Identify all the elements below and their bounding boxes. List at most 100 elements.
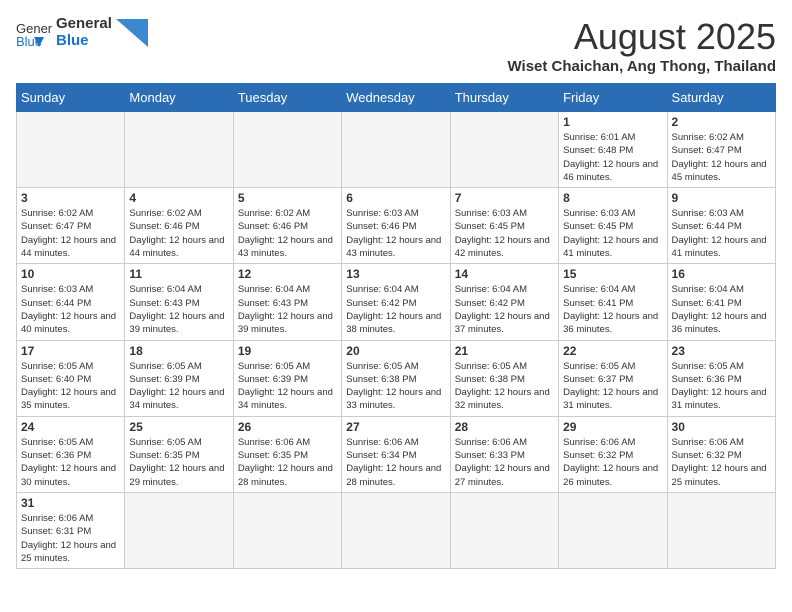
day-info: Sunrise: 6:05 AM Sunset: 6:38 PM Dayligh… xyxy=(455,360,554,413)
calendar-title: August 2025 xyxy=(508,16,776,58)
day-info: Sunrise: 6:04 AM Sunset: 6:42 PM Dayligh… xyxy=(346,283,445,336)
day-number: 28 xyxy=(455,420,554,434)
calendar-table: SundayMondayTuesdayWednesdayThursdayFrid… xyxy=(16,83,776,569)
calendar-cell: 5Sunrise: 6:02 AM Sunset: 6:46 PM Daylig… xyxy=(233,188,341,264)
day-number: 15 xyxy=(563,267,662,281)
day-info: Sunrise: 6:06 AM Sunset: 6:33 PM Dayligh… xyxy=(455,436,554,489)
day-info: Sunrise: 6:03 AM Sunset: 6:45 PM Dayligh… xyxy=(455,207,554,260)
calendar-cell: 27 Sunrise: 6:06 AM Sunset: 6:34 PM Dayli… xyxy=(342,416,450,492)
calendar-cell: 18Sunrise: 6:05 AM Sunset: 6:39 PM Dayli… xyxy=(125,340,233,416)
day-info: Sunrise: 6:02 AM Sunset: 6:46 PM Dayligh… xyxy=(238,207,337,260)
calendar-cell xyxy=(667,492,775,568)
day-number: 14 xyxy=(455,267,554,281)
calendar-cell: 25Sunrise: 6:05 AM Sunset: 6:35 PM Dayli… xyxy=(125,416,233,492)
day-number: 7 xyxy=(455,191,554,205)
calendar-cell xyxy=(559,492,667,568)
calendar-cell: 16 Sunrise: 6:04 AM Sunset: 6:41 PM Dayli… xyxy=(667,264,775,340)
day-number: 8 xyxy=(563,191,662,205)
day-info: Sunrise: 6:04 AM Sunset: 6:41 PM Dayligh… xyxy=(672,283,771,336)
logo-general-text: General xyxy=(56,16,112,33)
calendar-cell: 11 Sunrise: 6:04 AM Sunset: 6:43 PM Dayli… xyxy=(125,264,233,340)
calendar-cell xyxy=(342,492,450,568)
column-header-friday: Friday xyxy=(559,84,667,112)
week-row-3: 17 Sunrise: 6:05 AM Sunset: 6:40 PM Dayli… xyxy=(17,340,776,416)
day-info: Sunrise: 6:06 AM Sunset: 6:32 PM Dayligh… xyxy=(563,436,662,489)
logo-triangle-icon xyxy=(116,19,148,47)
calendar-header-row: SundayMondayTuesdayWednesdayThursdayFrid… xyxy=(17,84,776,112)
day-number: 13 xyxy=(346,267,445,281)
day-number: 20 xyxy=(346,344,445,358)
calendar-cell: 10 Sunrise: 6:03 AM Sunset: 6:44 PM Dayli… xyxy=(17,264,125,340)
day-number: 21 xyxy=(455,344,554,358)
day-number: 11 xyxy=(129,267,228,281)
day-info: Sunrise: 6:06 AM Sunset: 6:32 PM Dayligh… xyxy=(672,436,771,489)
day-info: Sunrise: 6:02 AM Sunset: 6:46 PM Dayligh… xyxy=(129,207,228,260)
calendar-cell: 19Sunrise: 6:05 AM Sunset: 6:39 PM Dayli… xyxy=(233,340,341,416)
calendar-cell: 28 Sunrise: 6:06 AM Sunset: 6:33 PM Dayli… xyxy=(450,416,558,492)
day-info: Sunrise: 6:05 AM Sunset: 6:40 PM Dayligh… xyxy=(21,360,120,413)
day-number: 10 xyxy=(21,267,120,281)
calendar-cell: 26 Sunrise: 6:06 AM Sunset: 6:35 PM Dayli… xyxy=(233,416,341,492)
day-info: Sunrise: 6:02 AM Sunset: 6:47 PM Dayligh… xyxy=(21,207,120,260)
day-info: Sunrise: 6:05 AM Sunset: 6:36 PM Dayligh… xyxy=(672,360,771,413)
calendar-cell: 15Sunrise: 6:04 AM Sunset: 6:41 PM Dayli… xyxy=(559,264,667,340)
day-number: 27 xyxy=(346,420,445,434)
day-number: 6 xyxy=(346,191,445,205)
column-header-tuesday: Tuesday xyxy=(233,84,341,112)
calendar-cell: 17 Sunrise: 6:05 AM Sunset: 6:40 PM Dayli… xyxy=(17,340,125,416)
calendar-cell xyxy=(17,112,125,188)
calendar-cell: 29 Sunrise: 6:06 AM Sunset: 6:32 PM Dayli… xyxy=(559,416,667,492)
day-info: Sunrise: 6:05 AM Sunset: 6:38 PM Dayligh… xyxy=(346,360,445,413)
day-number: 1 xyxy=(563,115,662,129)
day-number: 17 xyxy=(21,344,120,358)
day-number: 16 xyxy=(672,267,771,281)
week-row-1: 3 Sunrise: 6:02 AM Sunset: 6:47 PM Daylig… xyxy=(17,188,776,264)
day-info: Sunrise: 6:04 AM Sunset: 6:43 PM Dayligh… xyxy=(238,283,337,336)
day-info: Sunrise: 6:03 AM Sunset: 6:44 PM Dayligh… xyxy=(21,283,120,336)
logo-icon: General Blue xyxy=(16,19,52,47)
calendar-cell: 3 Sunrise: 6:02 AM Sunset: 6:47 PM Daylig… xyxy=(17,188,125,264)
day-number: 9 xyxy=(672,191,771,205)
day-info: Sunrise: 6:05 AM Sunset: 6:37 PM Dayligh… xyxy=(563,360,662,413)
day-info: Sunrise: 6:06 AM Sunset: 6:34 PM Dayligh… xyxy=(346,436,445,489)
header: General Blue General Blue August 2025 Wi… xyxy=(16,16,776,75)
day-number: 29 xyxy=(563,420,662,434)
calendar-cell: 2Sunrise: 6:02 AM Sunset: 6:47 PM Daylig… xyxy=(667,112,775,188)
calendar-cell: 21 Sunrise: 6:05 AM Sunset: 6:38 PM Dayli… xyxy=(450,340,558,416)
calendar-cell: 9 Sunrise: 6:03 AM Sunset: 6:44 PM Daylig… xyxy=(667,188,775,264)
calendar-cell: 30 Sunrise: 6:06 AM Sunset: 6:32 PM Dayli… xyxy=(667,416,775,492)
logo-blue-text: Blue xyxy=(56,33,112,50)
day-info: Sunrise: 6:06 AM Sunset: 6:35 PM Dayligh… xyxy=(238,436,337,489)
day-number: 18 xyxy=(129,344,228,358)
day-number: 12 xyxy=(238,267,337,281)
day-number: 26 xyxy=(238,420,337,434)
day-info: Sunrise: 6:04 AM Sunset: 6:42 PM Dayligh… xyxy=(455,283,554,336)
calendar-cell: 22Sunrise: 6:05 AM Sunset: 6:37 PM Dayli… xyxy=(559,340,667,416)
calendar-cell: 13 Sunrise: 6:04 AM Sunset: 6:42 PM Dayli… xyxy=(342,264,450,340)
day-info: Sunrise: 6:03 AM Sunset: 6:45 PM Dayligh… xyxy=(563,207,662,260)
calendar-cell: 6Sunrise: 6:03 AM Sunset: 6:46 PM Daylig… xyxy=(342,188,450,264)
day-info: Sunrise: 6:04 AM Sunset: 6:43 PM Dayligh… xyxy=(129,283,228,336)
day-info: Sunrise: 6:01 AM Sunset: 6:48 PM Dayligh… xyxy=(563,131,662,184)
calendar-cell: 8 Sunrise: 6:03 AM Sunset: 6:45 PM Daylig… xyxy=(559,188,667,264)
day-info: Sunrise: 6:05 AM Sunset: 6:36 PM Dayligh… xyxy=(21,436,120,489)
day-number: 30 xyxy=(672,420,771,434)
day-number: 2 xyxy=(672,115,771,129)
day-number: 3 xyxy=(21,191,120,205)
column-header-thursday: Thursday xyxy=(450,84,558,112)
calendar-cell: 23Sunrise: 6:05 AM Sunset: 6:36 PM Dayli… xyxy=(667,340,775,416)
day-number: 31 xyxy=(21,496,120,510)
column-header-monday: Monday xyxy=(125,84,233,112)
calendar-cell xyxy=(450,112,558,188)
week-row-5: 31Sunrise: 6:06 AM Sunset: 6:31 PM Dayli… xyxy=(17,492,776,568)
day-number: 4 xyxy=(129,191,228,205)
calendar-cell xyxy=(233,492,341,568)
calendar-cell xyxy=(450,492,558,568)
svg-text:Blue: Blue xyxy=(16,34,42,47)
calendar-cell: 1 Sunrise: 6:01 AM Sunset: 6:48 PM Daylig… xyxy=(559,112,667,188)
day-info: Sunrise: 6:05 AM Sunset: 6:35 PM Dayligh… xyxy=(129,436,228,489)
day-info: Sunrise: 6:03 AM Sunset: 6:44 PM Dayligh… xyxy=(672,207,771,260)
calendar-cell: 24Sunrise: 6:05 AM Sunset: 6:36 PM Dayli… xyxy=(17,416,125,492)
calendar-cell: 31Sunrise: 6:06 AM Sunset: 6:31 PM Dayli… xyxy=(17,492,125,568)
day-info: Sunrise: 6:05 AM Sunset: 6:39 PM Dayligh… xyxy=(238,360,337,413)
